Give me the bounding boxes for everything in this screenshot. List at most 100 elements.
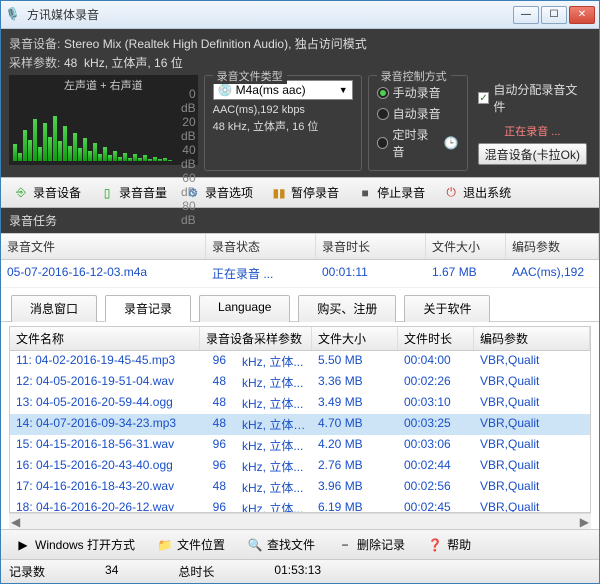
status-bar: 记录数 34 总时长 01:53:13 xyxy=(1,559,599,583)
toolbar-icon: ■ xyxy=(357,185,373,201)
rcol-enc[interactable]: 编码参数 xyxy=(474,327,590,350)
titlebar[interactable]: 🎙️ 方讯媒体录音 — ☐ ✕ xyxy=(1,1,599,29)
toolbar-label: 录音音量 xyxy=(119,184,167,201)
device-value: Stereo Mix (Realtek High Definition Audi… xyxy=(64,35,367,52)
record-row[interactable]: 17: 04-16-2016-18-43-20.wav48kHz, 立体...3… xyxy=(10,477,590,498)
toolbar-label: 录音选项 xyxy=(205,184,253,201)
toolbar-icon: ▮▮ xyxy=(271,185,287,201)
sample-value: 48 kHz, 立体声, 16 位 xyxy=(213,118,353,134)
mixer-label: 混音设备(卡拉Ok) xyxy=(485,146,580,163)
bottom-icon: 🔍 xyxy=(247,537,263,553)
close-button[interactable]: ✕ xyxy=(569,6,595,24)
toolbar-label: 录音设备 xyxy=(33,184,81,201)
bottom-label: 文件位置 xyxy=(177,536,225,553)
toolbar-icon: ▯ xyxy=(99,185,115,201)
settings-panel: 录音设备: Stereo Mix (Realtek High Definitio… xyxy=(1,29,599,177)
radio-label: 自动录音 xyxy=(393,105,441,122)
rcol-dur[interactable]: 文件时长 xyxy=(398,327,474,350)
rcol-size[interactable]: 文件大小 xyxy=(312,327,398,350)
toolbar-icon: ⏻ xyxy=(443,185,459,201)
sample-rate: 48 xyxy=(64,56,77,70)
bottom-btn-3[interactable]: −删除记录 xyxy=(331,534,411,555)
bottom-label: 帮助 xyxy=(447,536,471,553)
bottom-icon: ▶ xyxy=(15,537,31,553)
minimize-button[interactable]: — xyxy=(513,6,539,24)
tasks-body: 05-07-2016-16-12-03.m4a正在录音 ...00:01:111… xyxy=(1,260,599,288)
col-dur[interactable]: 录音时长 xyxy=(316,234,426,259)
bottom-btn-1[interactable]: 📁文件位置 xyxy=(151,534,231,555)
radio-label: 定时录音 xyxy=(392,126,439,160)
format-selected: M4a(ms aac) xyxy=(236,83,306,97)
record-row[interactable]: 12: 04-05-2016-19-51-04.wav48kHz, 立体...3… xyxy=(10,372,590,393)
disc-icon: 💿 xyxy=(218,83,233,97)
totaldur-value: 01:53:13 xyxy=(274,563,321,577)
record-row[interactable]: 14: 04-07-2016-09-34-23.mp348kHz, 立体声...… xyxy=(10,414,590,435)
tab-0[interactable]: 消息窗口 xyxy=(11,295,97,322)
totaldur-label: 总时长 xyxy=(178,565,214,579)
codec-value: AAC(ms),192 kbps xyxy=(213,104,353,116)
app-icon: 🎙️ xyxy=(5,7,21,23)
autoassign-checkbox[interactable]: ✓ 自动分配录音文件 xyxy=(478,81,587,115)
radio-1[interactable]: 自动录音 xyxy=(377,105,459,122)
maximize-button[interactable]: ☐ xyxy=(541,6,567,24)
bottom-btn-2[interactable]: 🔍查找文件 xyxy=(241,534,321,555)
bottom-btn-0[interactable]: ▶Windows 打开方式 xyxy=(9,534,141,555)
toolbar-icon: ⎆ xyxy=(13,185,29,201)
toolbar-btn-1[interactable]: ▯录音音量 xyxy=(93,182,173,203)
record-row[interactable]: 11: 04-02-2016-19-45-45.mp396kHz, 立体...5… xyxy=(10,351,590,372)
bottom-icon: ❓ xyxy=(427,537,443,553)
col-state[interactable]: 录音状态 xyxy=(206,234,316,259)
sample-detail: kHz, 立体声, 16 位 xyxy=(84,54,183,71)
count-label: 记录数 xyxy=(9,565,45,579)
bottom-icon: − xyxy=(337,537,353,553)
toolbar-label: 暂停录音 xyxy=(291,184,339,201)
col-enc[interactable]: 编码参数 xyxy=(506,234,599,259)
toolbar-btn-3[interactable]: ▮▮暂停录音 xyxy=(265,182,345,203)
radio-icon xyxy=(377,137,389,149)
record-row[interactable]: 13: 04-05-2016-20-59-44.ogg48kHz, 立体...3… xyxy=(10,393,590,414)
bottom-toolbar: ▶Windows 打开方式📁文件位置🔍查找文件−删除记录❓帮助 xyxy=(1,529,599,559)
app-window: 🎙️ 方讯媒体录音 — ☐ ✕ 录音设备: Stereo Mix (Realte… xyxy=(0,0,600,584)
clock-icon[interactable]: 🕒 xyxy=(444,136,459,150)
record-row[interactable]: 18: 04-16-2016-20-26-12.wav96kHz, 立体...6… xyxy=(10,498,590,513)
right-column: ✓ 自动分配录音文件 正在录音 ... 混音设备(卡拉Ok) xyxy=(474,75,591,171)
autoassign-label: 自动分配录音文件 xyxy=(493,81,587,115)
toolbar-btn-0[interactable]: ⎆录音设备 xyxy=(7,182,87,203)
col-file[interactable]: 录音文件 xyxy=(1,234,206,259)
sample-label: 采样参数: xyxy=(9,54,64,71)
tab-4[interactable]: 关于软件 xyxy=(404,295,490,322)
bottom-label: 删除记录 xyxy=(357,536,405,553)
tasks-title: 录音任务 xyxy=(1,208,599,233)
radio-icon xyxy=(377,87,389,99)
main-toolbar: ⎆录音设备▯录音音量⚙录音选项▮▮暂停录音■停止录音⏻退出系统 xyxy=(1,177,599,208)
tasks-header: 录音文件 录音状态 录音时长 文件大小 编码参数 xyxy=(1,233,599,260)
file-type-group: 录音文件类型 💿M4a(ms aac) ▼ AAC(ms),192 kbps 4… xyxy=(204,75,362,171)
task-row[interactable]: 05-07-2016-16-12-03.m4a正在录音 ...00:01:111… xyxy=(1,260,599,288)
radio-icon xyxy=(377,108,389,120)
records-header: 文件名称 录音设备采样参数 文件大小 文件时长 编码参数 xyxy=(10,327,590,351)
h-scrollbar[interactable]: ◀▶ xyxy=(9,513,591,529)
level-meter: 左声道 + 右声道 0 dB20 dB40 dB60 dB80 dB xyxy=(9,75,198,165)
radio-0[interactable]: 手动录音 xyxy=(377,84,459,101)
control-mode-group: 录音控制方式 手动录音自动录音定时录音 🕒 xyxy=(368,75,468,171)
control-legend: 录音控制方式 xyxy=(377,68,451,84)
record-row[interactable]: 15: 04-15-2016-18-56-31.wav96kHz, 立体...4… xyxy=(10,435,590,456)
radio-label: 手动录音 xyxy=(393,84,441,101)
bottom-btn-4[interactable]: ❓帮助 xyxy=(421,534,477,555)
tab-3[interactable]: 购买、注册 xyxy=(298,295,396,322)
rcol-name[interactable]: 文件名称 xyxy=(10,327,200,350)
bottom-icon: 📁 xyxy=(157,537,173,553)
radio-2[interactable]: 定时录音 🕒 xyxy=(377,126,459,160)
toolbar-btn-5[interactable]: ⏻退出系统 xyxy=(437,182,517,203)
recording-status: 正在录音 ... xyxy=(478,123,587,139)
toolbar-btn-4[interactable]: ■停止录音 xyxy=(351,182,431,203)
toolbar-label: 退出系统 xyxy=(463,184,511,201)
checkbox-icon: ✓ xyxy=(478,92,490,104)
mixer-button[interactable]: 混音设备(卡拉Ok) xyxy=(478,143,587,165)
record-row[interactable]: 16: 04-15-2016-20-43-40.ogg96kHz, 立体...2… xyxy=(10,456,590,477)
tab-2[interactable]: Language xyxy=(199,295,290,322)
tab-1[interactable]: 录音记录 xyxy=(105,295,191,322)
rcol-sample[interactable]: 录音设备采样参数 xyxy=(200,327,312,350)
records-table: 文件名称 录音设备采样参数 文件大小 文件时长 编码参数 11: 04-02-2… xyxy=(9,326,591,513)
col-size[interactable]: 文件大小 xyxy=(426,234,506,259)
